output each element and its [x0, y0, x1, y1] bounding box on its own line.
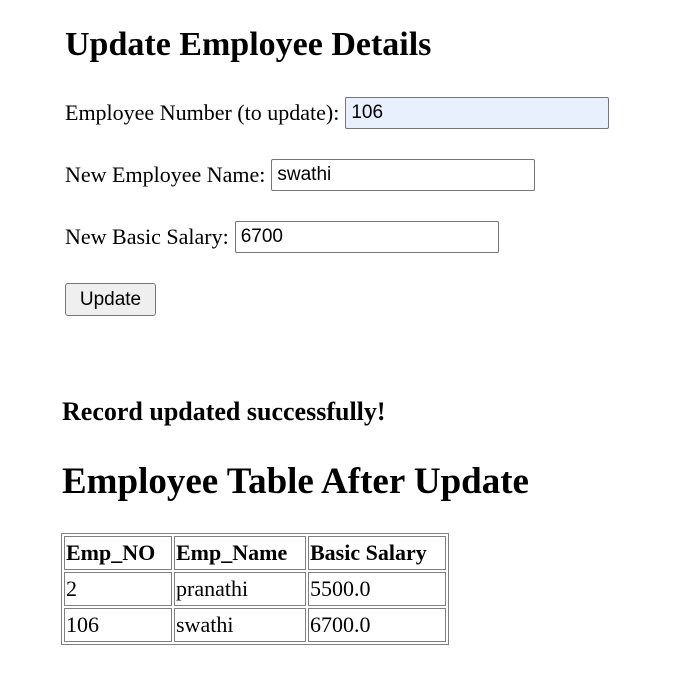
- emp-name-label: New Employee Name:: [65, 162, 266, 187]
- cell-emp-no: 2: [64, 572, 172, 606]
- column-header-emp-no: Emp_NO: [64, 536, 172, 570]
- column-header-emp-name: Emp_Name: [174, 536, 306, 570]
- table-heading: Employee Table After Update: [62, 461, 529, 502]
- cell-basic-salary: 6700.0: [308, 608, 446, 642]
- salary-label: New Basic Salary:: [65, 224, 229, 249]
- salary-row: New Basic Salary:: [65, 220, 499, 254]
- column-header-basic-salary: Basic Salary: [308, 536, 446, 570]
- cell-emp-name: pranathi: [174, 572, 306, 606]
- table-header-row: Emp_NO Emp_Name Basic Salary: [64, 536, 446, 570]
- cell-emp-name: swathi: [174, 608, 306, 642]
- emp-name-row: New Employee Name:: [65, 158, 536, 192]
- cell-emp-no: 106: [64, 608, 172, 642]
- table-row: 106 swathi 6700.0: [64, 608, 446, 642]
- success-message: Record updated successfully!: [62, 397, 386, 426]
- employee-table: Emp_NO Emp_Name Basic Salary 2 pranathi …: [61, 533, 449, 645]
- update-button[interactable]: Update: [65, 283, 156, 316]
- page-title: Update Employee Details: [65, 26, 432, 63]
- cell-basic-salary: 5500.0: [308, 572, 446, 606]
- emp-no-row: Employee Number (to update):: [65, 96, 610, 130]
- emp-name-input[interactable]: [271, 159, 536, 191]
- salary-input[interactable]: [234, 221, 499, 253]
- emp-no-label: Employee Number (to update):: [65, 100, 340, 125]
- emp-no-input[interactable]: [345, 97, 610, 129]
- table-row: 2 pranathi 5500.0: [64, 572, 446, 606]
